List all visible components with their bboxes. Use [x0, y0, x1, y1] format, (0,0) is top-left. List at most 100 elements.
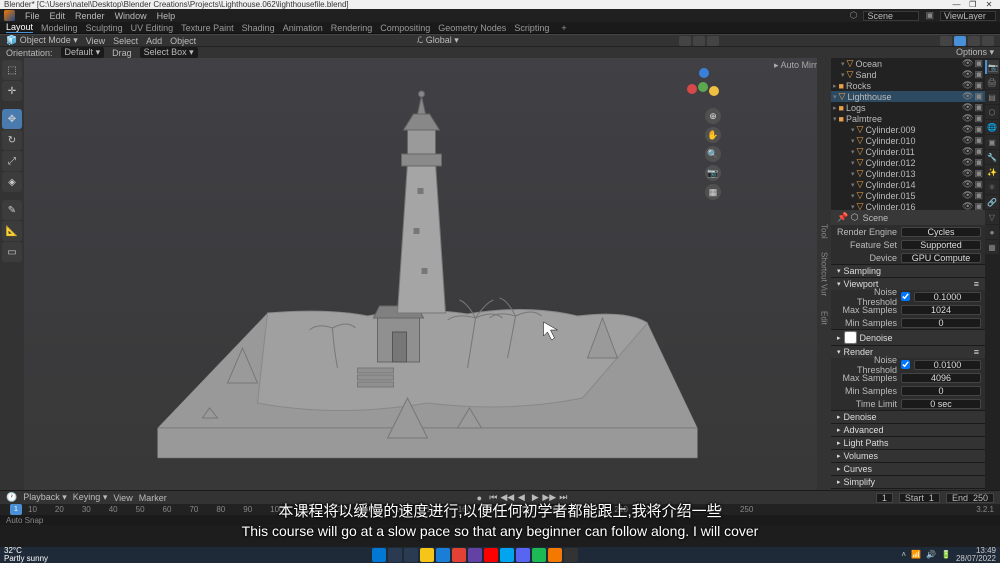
search-icon[interactable]: [388, 548, 402, 562]
mode-menu-view[interactable]: View: [86, 36, 105, 46]
app4-icon[interactable]: [516, 548, 530, 562]
proportional-icon[interactable]: [693, 36, 705, 46]
overlay-icon[interactable]: [707, 36, 719, 46]
end-frame[interactable]: End 250: [946, 493, 994, 503]
max-samples-vp[interactable]: 1024: [901, 305, 981, 315]
section-light paths[interactable]: ▸Light Paths: [831, 437, 985, 449]
proptab-physics-icon[interactable]: ⚛: [985, 180, 999, 194]
tab-texturepaint[interactable]: Texture Paint: [181, 23, 234, 33]
outliner-row[interactable]: ▸■Rocks👁▣: [831, 80, 985, 91]
solid-shading-icon[interactable]: [954, 36, 966, 46]
timeline-playback[interactable]: Playback ▾: [23, 492, 67, 503]
maximize-button[interactable]: ❐: [966, 0, 980, 9]
move-tool[interactable]: ✥: [2, 109, 22, 129]
rendered-shading-icon[interactable]: [982, 36, 994, 46]
select-mode-dropdown[interactable]: Select Box ▾: [140, 47, 198, 58]
proptab-particle-icon[interactable]: ✨: [985, 165, 999, 179]
material-shading-icon[interactable]: [968, 36, 980, 46]
options-dropdown[interactable]: Options ▾: [956, 47, 994, 58]
noise-threshold-r-checkbox[interactable]: [901, 360, 910, 369]
proptab-world-icon[interactable]: 🌐: [985, 120, 999, 134]
mode-menu-add[interactable]: Add: [146, 36, 162, 46]
section-motion blur[interactable]: ▸Motion Blur: [831, 489, 985, 490]
properties-panel[interactable]: 📌 ⬡ Scene Render EngineCycles Feature Se…: [831, 210, 985, 490]
tab-rendering[interactable]: Rendering: [331, 23, 373, 33]
tab-modeling[interactable]: Modeling: [41, 23, 78, 33]
menu-edit[interactable]: Edit: [50, 11, 66, 21]
outliner-row[interactable]: ▾▽Cylinder.012👁▣: [831, 157, 985, 168]
rotate-tool[interactable]: ↻: [2, 130, 22, 150]
proptab-data-icon[interactable]: ▽: [985, 210, 999, 224]
tab-layout[interactable]: Layout: [6, 22, 33, 33]
outliner-row[interactable]: ▾▽Cylinder.010👁▣: [831, 135, 985, 146]
tray-battery-icon[interactable]: 🔋: [941, 551, 951, 559]
outliner[interactable]: ▾▽Ocean👁▣▾▽Sand👁▣▸■Rocks👁▣▾▽Lighthouse👁▣…: [831, 58, 985, 210]
proptab-render-icon[interactable]: 📷: [985, 60, 999, 74]
timeline-icon[interactable]: 🕐: [6, 492, 17, 503]
noise-threshold-r[interactable]: 0.0100: [914, 360, 981, 370]
tab-add[interactable]: +: [561, 23, 566, 33]
chrome-icon[interactable]: [452, 548, 466, 562]
section-volumes[interactable]: ▸Volumes: [831, 450, 985, 462]
tab-sculpting[interactable]: Sculpting: [86, 23, 123, 33]
outliner-row[interactable]: ▾▽Cylinder.014👁▣: [831, 179, 985, 190]
tab-geonodes[interactable]: Geometry Nodes: [438, 23, 506, 33]
tray-wifi-icon[interactable]: 📶: [911, 551, 921, 559]
tray-volume-icon[interactable]: 🔊: [926, 551, 936, 559]
proptab-scene-icon[interactable]: ⬡: [985, 105, 999, 119]
start-frame[interactable]: Start 1: [899, 493, 940, 503]
system-tray[interactable]: ˄ 📶 🔊 🔋 13:4928/07/2022: [901, 547, 996, 563]
windows-taskbar[interactable]: 32°CPartly sunny ˄ 📶 🔊 🔋 13:4928/07/2022: [0, 547, 1000, 563]
taskbar-weather[interactable]: 32°CPartly sunny: [4, 547, 48, 563]
tray-chevron-icon[interactable]: ˄: [901, 551, 906, 559]
select-tool[interactable]: ⬚: [2, 60, 22, 80]
outliner-row[interactable]: ▾▽Cylinder.015👁▣: [831, 190, 985, 201]
viewlayer-name-input[interactable]: [940, 11, 996, 21]
blender-taskbar-icon[interactable]: [548, 548, 562, 562]
scale-tool[interactable]: ⤢: [2, 151, 22, 171]
timeline-view[interactable]: View: [113, 493, 132, 503]
proptab-constraint-icon[interactable]: 🔗: [985, 195, 999, 209]
menu-file[interactable]: File: [25, 11, 40, 21]
snap-icon[interactable]: [679, 36, 691, 46]
section-sampling[interactable]: ▾Sampling: [831, 265, 985, 277]
outliner-row[interactable]: ▾▽Lighthouse👁▣: [831, 91, 985, 102]
timeline-keying[interactable]: Keying ▾: [73, 492, 108, 503]
proptab-texture-icon[interactable]: ▦: [985, 240, 999, 254]
outliner-row[interactable]: ▾▽Sand👁▣: [831, 69, 985, 80]
proptab-output-icon[interactable]: 🖨: [985, 75, 999, 89]
section-denoise-vp[interactable]: ▸ Denoise: [831, 330, 985, 345]
obs-icon[interactable]: [564, 548, 578, 562]
proptab-modifier-icon[interactable]: 🔧: [985, 150, 999, 164]
tab-animation[interactable]: Animation: [283, 23, 323, 33]
mode-menu-object[interactable]: Object: [170, 36, 196, 46]
menu-help[interactable]: Help: [157, 11, 176, 21]
app-icon[interactable]: [468, 548, 482, 562]
section-advanced[interactable]: ▸Advanced: [831, 424, 985, 436]
outliner-row[interactable]: ▾▽Cylinder.016👁▣: [831, 201, 985, 210]
wireframe-shading-icon[interactable]: [940, 36, 952, 46]
min-samples-vp[interactable]: 0: [901, 318, 981, 328]
proptab-material-icon[interactable]: ●: [985, 225, 999, 239]
proptab-viewlayer-icon[interactable]: ▤: [985, 90, 999, 104]
proptab-object-icon[interactable]: ▣: [985, 135, 999, 149]
measure-tool[interactable]: 📐: [2, 221, 22, 241]
start-icon[interactable]: [372, 548, 386, 562]
device-dropdown[interactable]: GPU Compute: [901, 253, 981, 263]
annotate-tool[interactable]: ✎: [2, 200, 22, 220]
tab-uvediting[interactable]: UV Editing: [131, 23, 174, 33]
tab-scripting[interactable]: Scripting: [514, 23, 549, 33]
taskview-icon[interactable]: [404, 548, 418, 562]
app2-icon[interactable]: [484, 548, 498, 562]
outliner-row[interactable]: ▾■Palmtree👁▣: [831, 113, 985, 124]
menu-window[interactable]: Window: [115, 11, 147, 21]
section-curves[interactable]: ▸Curves: [831, 463, 985, 475]
edge-icon[interactable]: [436, 548, 450, 562]
section-denoise[interactable]: ▸Denoise: [831, 411, 985, 423]
outliner-row[interactable]: ▾▽Cylinder.009👁▣: [831, 124, 985, 135]
outliner-row[interactable]: ▾▽Cylinder.011👁▣: [831, 146, 985, 157]
3d-viewport[interactable]: ▸ Auto Mirror ⊕ ✋ 🔍 📷 ▦ Tool Shortcut Vu…: [24, 58, 831, 490]
add-tool[interactable]: ▭: [2, 242, 22, 262]
object-mode-dropdown[interactable]: 🧊 Object Mode ▾: [6, 35, 78, 46]
transform-orientation[interactable]: ℒ Global ▾: [417, 35, 459, 46]
